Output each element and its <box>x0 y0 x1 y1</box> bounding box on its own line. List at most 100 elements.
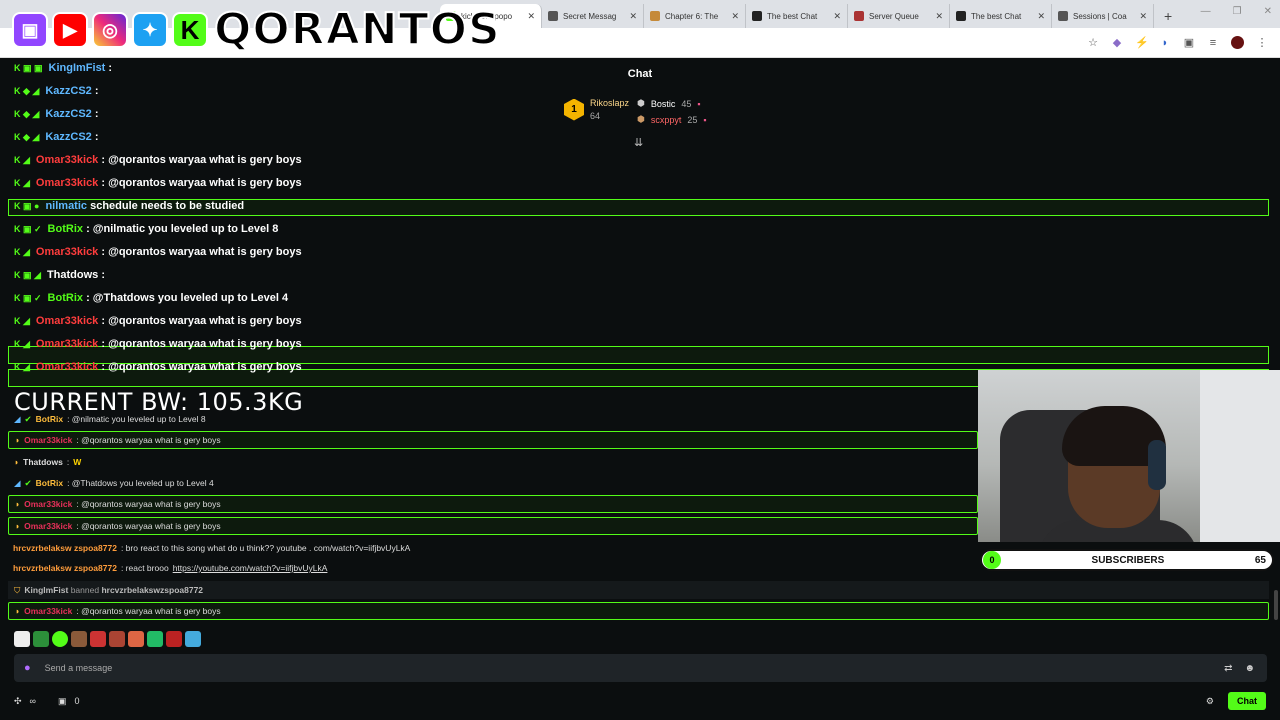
gifter-name[interactable]: Bostic <box>651 99 676 109</box>
github-favicon-icon <box>956 11 966 21</box>
emote-icon[interactable] <box>33 631 49 647</box>
chat-message[interactable]: ◗ Omar33kick: @qorantos waryaa what is ge… <box>8 602 1269 620</box>
rank-badge: 1 <box>564 98 584 121</box>
emote-icon[interactable] <box>128 631 144 647</box>
microphone-icon[interactable]: ● <box>24 662 31 674</box>
emote-icon[interactable] <box>52 631 68 647</box>
chat-badges-icon: K ▣ ◢ <box>14 270 41 280</box>
close-tab-icon[interactable]: ✕ <box>731 11 739 22</box>
close-tab-icon[interactable]: ✕ <box>1139 11 1147 22</box>
close-tab-icon[interactable]: ✕ <box>527 11 535 22</box>
profile-avatar[interactable] <box>1231 36 1244 49</box>
book-favicon-icon <box>650 11 660 21</box>
media-icon[interactable]: ≡ <box>1207 37 1219 49</box>
top-gifter-name[interactable]: Rikoslapz <box>590 98 629 108</box>
tab-secret[interactable]: Secret Messag ✕ <box>542 4 644 28</box>
chat-link[interactable]: https://youtube.com/watch?v=iifjbvUyLkA <box>173 563 328 573</box>
puzzle-icon[interactable]: ▣ <box>1183 37 1195 49</box>
tab-sessions[interactable]: Sessions | Coa ✕ <box>1052 4 1154 28</box>
message-input[interactable]: ● Send a message ⇄ ☻ <box>14 654 1267 682</box>
infinity-icon[interactable]: ∞ <box>30 696 36 706</box>
chat-message[interactable]: hrcvzrbelaksw zspoa8772: bro react to th… <box>8 539 978 557</box>
tab-chat-1[interactable]: The best Chat ✕ <box>746 4 848 28</box>
menu-kebab-icon[interactable]: ⋮ <box>1256 37 1268 49</box>
gift-icon: ▪ <box>697 98 701 109</box>
chat-scrollbar[interactable] <box>1274 590 1278 620</box>
chat-send-button[interactable]: Chat <box>1228 692 1266 710</box>
sub-goal-current: 0 <box>983 551 1001 569</box>
chat-message[interactable]: ◢ ✔ BotRix: @Thatdows you leveled up to Le… <box>8 474 978 492</box>
emote-icon[interactable] <box>71 631 87 647</box>
tab-title: The best Chat <box>767 11 818 21</box>
medal-icon: ⬢ <box>637 98 645 108</box>
close-tab-icon[interactable]: ✕ <box>1037 11 1045 22</box>
extension-icon[interactable]: ◗ <box>1159 37 1171 49</box>
chat-badges-icon: K ▣ ● <box>14 201 40 211</box>
chat-badges-icon: K ▣ ▣ <box>14 63 43 73</box>
overlay-chat-line: K ◢ Omar33kick : @qorantos waryaa what is… <box>14 361 302 373</box>
emoji-icon[interactable]: ☻ <box>1244 663 1255 674</box>
extension-icon[interactable]: ⚡ <box>1135 37 1149 49</box>
translate-icon[interactable]: ⇄ <box>1224 663 1232 674</box>
overlay-chat-line: K ◢ Omar33kick : @qorantos waryaa what is… <box>14 338 302 350</box>
medal-icon: ⬢ <box>637 114 645 124</box>
shield-icon: ⛉ <box>14 584 21 595</box>
gifter-name[interactable]: scxppyt <box>651 115 682 125</box>
screen: kick.com/popo ✕ Secret Messag ✕ Chapter 6:… <box>0 0 1280 720</box>
chat-message[interactable]: ◗ Omar33kick: @qorantos waryaa what is ge… <box>8 517 978 535</box>
emote-icon[interactable] <box>185 631 201 647</box>
close-tab-icon[interactable]: ✕ <box>833 11 841 22</box>
tab-title: Secret Messag <box>563 11 617 21</box>
chat-message[interactable]: ◗ Thatdows: W <box>8 453 978 471</box>
tab-chapter[interactable]: Chapter 6: The ✕ <box>644 4 746 28</box>
leaderboard-others: ⬢ Bostic 45 ▪ ⬢ scxppyt 25 ▪ <box>637 98 707 125</box>
chat-message[interactable]: hrcvzrbelaksw zspoa8772: react brooo http… <box>8 559 978 577</box>
extension-toolbar: ☆ ◆ ⚡ ◗ ▣ ≡ ⋮ <box>1087 36 1268 49</box>
chat-badges-icon: K ◢ <box>14 155 30 165</box>
chat-message[interactable]: ◗ Omar33kick: @qorantos waryaa what is ge… <box>8 495 978 513</box>
chat-message[interactable]: ◗ Omar33kick: @qorantos waryaa what is ge… <box>8 431 978 449</box>
extension-icon[interactable]: ◆ <box>1111 37 1123 49</box>
close-tab-icon[interactable]: ✕ <box>629 11 637 22</box>
emote-icon[interactable] <box>90 631 106 647</box>
new-tab-icon[interactable]: + <box>1164 8 1172 24</box>
bookmark-star-icon[interactable]: ☆ <box>1087 37 1099 49</box>
tab-queue[interactable]: Server Queue ✕ <box>848 4 950 28</box>
sub-goal-label: SUBSCRIBERS <box>1091 554 1165 566</box>
chat-badges-icon: K ◆ ◢ <box>14 132 40 142</box>
settings-spin-icon[interactable]: ✣ <box>14 696 22 707</box>
minimize-icon[interactable]: — <box>1201 6 1211 17</box>
window-controls: — ❐ ✕ <box>1201 6 1272 17</box>
overlay-chat-line: K ▣ ◢ Thatdows : <box>14 269 106 281</box>
overlay-chat-line: K ◢ Omar33kick : @qorantos waryaa what is… <box>14 154 302 166</box>
banana-badge-icon: ◗ <box>15 606 21 616</box>
emote-icon[interactable] <box>166 631 182 647</box>
gear-icon[interactable]: ⚙ <box>1206 696 1214 707</box>
chat-footer: ✣ ∞ ▣ 0 ⚙ Chat <box>0 688 1280 714</box>
emote-quick-bar <box>14 631 201 647</box>
top-gifter-count: 64 <box>590 111 601 121</box>
gifter-count: 45 <box>681 98 692 109</box>
chat-message[interactable]: ◢ ✔ BotRix: @nilmatic you leveled up to Le… <box>8 410 978 428</box>
tab-chat-2[interactable]: The best Chat ✕ <box>950 4 1052 28</box>
overlay-chat-line: K ◢ Omar33kick : @qorantos waryaa what is… <box>14 315 302 327</box>
overlay-chat-line: K ▣ ▣ KingImFist : <box>14 62 113 74</box>
tab-title: Sessions | Coa <box>1073 11 1127 21</box>
close-tab-icon[interactable]: ✕ <box>935 11 943 22</box>
maximize-icon[interactable]: ❐ <box>1233 6 1242 17</box>
emote-icon[interactable] <box>109 631 125 647</box>
close-window-icon[interactable]: ✕ <box>1264 6 1272 17</box>
emote-icon[interactable] <box>147 631 163 647</box>
points-icon[interactable]: ▣ <box>58 696 67 707</box>
sub-goal-target: 65 <box>1254 554 1266 566</box>
verified-icon: ✔ <box>24 413 32 424</box>
twitter-icon: ✦ <box>132 12 168 48</box>
emote-icon[interactable] <box>14 631 30 647</box>
chat-badges-icon: K ▣ ✓ <box>14 224 42 234</box>
scroll-to-bottom-icon[interactable]: ⇊ <box>634 136 643 149</box>
kick-icon: K <box>172 12 208 48</box>
chat-title: Chat <box>627 68 653 80</box>
overlay-chat-line: K ▣ ✓ BotRix : @nilmatic you leveled up t… <box>14 223 279 235</box>
webcam-feed <box>978 370 1280 542</box>
banana-badge-icon: ◗ <box>15 435 21 445</box>
